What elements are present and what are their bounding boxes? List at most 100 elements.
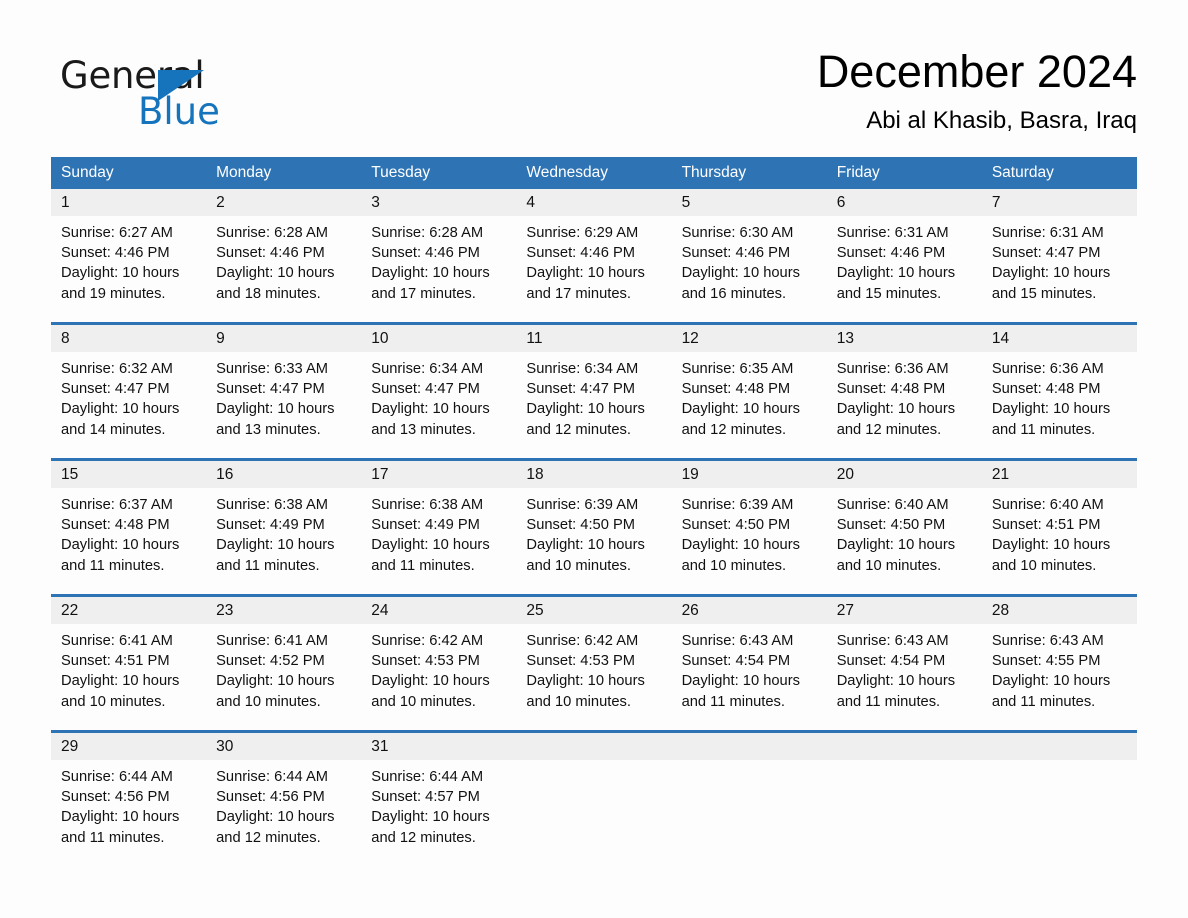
daylight-text-line1: Daylight: 10 hours bbox=[991, 265, 1111, 282]
day-cell[interactable]: 19 Sunrise: 6:39 AM Sunset: 4:50 PM Dayl… bbox=[671, 461, 827, 585]
sunrise-text: Sunrise: 6:33 AM bbox=[216, 361, 328, 377]
day-number: 7 bbox=[981, 189, 1137, 216]
day-cell-empty bbox=[671, 733, 827, 857]
daylight-text-line2: and 10 minutes. bbox=[836, 557, 942, 574]
day-cell[interactable]: 26 Sunrise: 6:43 AM Sunset: 4:54 PM Dayl… bbox=[671, 597, 827, 721]
sunrise-text: Sunrise: 6:28 AM bbox=[216, 225, 328, 241]
sunrise-text: Sunrise: 6:40 AM bbox=[836, 497, 949, 513]
day-cell[interactable]: 21 Sunrise: 6:40 AM Sunset: 4:51 PM Dayl… bbox=[981, 461, 1137, 585]
daylight-text-line1: Daylight: 10 hours bbox=[371, 537, 490, 554]
daylight-text-line2: and 12 minutes. bbox=[836, 421, 942, 438]
daylight-text-line1: Daylight: 10 hours bbox=[371, 265, 490, 282]
sunrise-text: Sunrise: 6:36 AM bbox=[836, 361, 949, 377]
week-row: 29 Sunrise: 6:44 AM Sunset: 4:56 PM Dayl… bbox=[51, 730, 1137, 857]
day-details: Sunrise: 6:38 AM Sunset: 4:49 PM Dayligh… bbox=[206, 488, 361, 576]
daylight-text-line2: and 12 minutes. bbox=[216, 829, 321, 846]
day-cell[interactable]: 8 Sunrise: 6:32 AM Sunset: 4:47 PM Dayli… bbox=[51, 325, 207, 449]
weekday-header-tuesday: Tuesday bbox=[371, 164, 431, 181]
weekday-header-saturday: Saturday bbox=[991, 164, 1054, 181]
day-details: Sunrise: 6:38 AM Sunset: 4:49 PM Dayligh… bbox=[361, 488, 516, 576]
day-cell[interactable]: 7 Sunrise: 6:31 AM Sunset: 4:47 PM Dayli… bbox=[981, 189, 1137, 313]
day-cell[interactable]: 3 Sunrise: 6:28 AM Sunset: 4:46 PM Dayli… bbox=[361, 189, 517, 313]
day-cell[interactable]: 18 Sunrise: 6:39 AM Sunset: 4:50 PM Dayl… bbox=[516, 461, 672, 585]
day-number: 5 bbox=[671, 189, 827, 216]
day-cell[interactable]: 4 Sunrise: 6:29 AM Sunset: 4:46 PM Dayli… bbox=[516, 189, 672, 313]
day-number: 8 bbox=[51, 325, 207, 352]
day-cell[interactable]: 17 Sunrise: 6:38 AM Sunset: 4:49 PM Dayl… bbox=[361, 461, 517, 585]
day-number: 25 bbox=[516, 597, 672, 624]
day-cell[interactable]: 29 Sunrise: 6:44 AM Sunset: 4:56 PM Dayl… bbox=[51, 733, 207, 857]
day-details: Sunrise: 6:43 AM Sunset: 4:54 PM Dayligh… bbox=[827, 624, 982, 712]
sunset-text: Sunset: 4:47 PM bbox=[371, 381, 480, 398]
sunset-text: Sunset: 4:49 PM bbox=[216, 517, 325, 534]
day-number: 21 bbox=[981, 461, 1137, 488]
day-cell[interactable]: 1 Sunrise: 6:27 AM Sunset: 4:46 PM Dayli… bbox=[51, 189, 207, 313]
day-number: 6 bbox=[826, 189, 982, 216]
week-row: 8 Sunrise: 6:32 AM Sunset: 4:47 PM Dayli… bbox=[51, 322, 1137, 449]
day-number: 24 bbox=[361, 597, 517, 624]
day-details: Sunrise: 6:35 AM Sunset: 4:48 PM Dayligh… bbox=[672, 352, 827, 440]
daylight-text-line2: and 15 minutes. bbox=[991, 285, 1097, 302]
daylight-text-line2: and 10 minutes. bbox=[61, 693, 166, 710]
daylight-text-line1: Daylight: 10 hours bbox=[836, 537, 956, 554]
sunset-text: Sunset: 4:48 PM bbox=[991, 381, 1101, 398]
daylight-text-line1: Daylight: 10 hours bbox=[836, 401, 956, 418]
daylight-text-line1: Daylight: 10 hours bbox=[216, 673, 335, 690]
day-cell[interactable]: 20 Sunrise: 6:40 AM Sunset: 4:50 PM Dayl… bbox=[826, 461, 982, 585]
day-details: Sunrise: 6:39 AM Sunset: 4:50 PM Dayligh… bbox=[672, 488, 827, 576]
day-cell-empty bbox=[826, 733, 982, 857]
day-cell[interactable]: 14 Sunrise: 6:36 AM Sunset: 4:48 PM Dayl… bbox=[981, 325, 1137, 449]
daylight-text-line2: and 10 minutes. bbox=[216, 693, 321, 710]
daylight-text-line2: and 11 minutes. bbox=[216, 557, 320, 574]
daylight-text-line1: Daylight: 10 hours bbox=[371, 673, 490, 690]
daylight-text-line2: and 11 minutes. bbox=[371, 557, 475, 574]
sunset-text: Sunset: 4:51 PM bbox=[61, 653, 170, 670]
sunset-text: Sunset: 4:51 PM bbox=[991, 517, 1101, 534]
day-details: Sunrise: 6:39 AM Sunset: 4:50 PM Dayligh… bbox=[516, 488, 671, 576]
day-cell[interactable]: 12 Sunrise: 6:35 AM Sunset: 4:48 PM Dayl… bbox=[671, 325, 827, 449]
day-cell[interactable]: 28 Sunrise: 6:43 AM Sunset: 4:55 PM Dayl… bbox=[981, 597, 1137, 721]
sunrise-text: Sunrise: 6:32 AM bbox=[61, 361, 173, 377]
day-cell[interactable]: 15 Sunrise: 6:37 AM Sunset: 4:48 PM Dayl… bbox=[51, 461, 207, 585]
day-cell[interactable]: 6 Sunrise: 6:31 AM Sunset: 4:46 PM Dayli… bbox=[826, 189, 982, 313]
day-details: Sunrise: 6:42 AM Sunset: 4:53 PM Dayligh… bbox=[361, 624, 516, 712]
daylight-text-line2: and 11 minutes. bbox=[61, 557, 165, 574]
day-cell[interactable]: 31 Sunrise: 6:44 AM Sunset: 4:57 PM Dayl… bbox=[361, 733, 517, 857]
sunset-text: Sunset: 4:46 PM bbox=[216, 245, 325, 262]
day-cell[interactable]: 23 Sunrise: 6:41 AM Sunset: 4:52 PM Dayl… bbox=[206, 597, 362, 721]
day-cell[interactable]: 25 Sunrise: 6:42 AM Sunset: 4:53 PM Dayl… bbox=[516, 597, 672, 721]
day-cell[interactable]: 5 Sunrise: 6:30 AM Sunset: 4:46 PM Dayli… bbox=[671, 189, 827, 313]
day-details: Sunrise: 6:44 AM Sunset: 4:56 PM Dayligh… bbox=[51, 760, 206, 848]
day-cell[interactable]: 9 Sunrise: 6:33 AM Sunset: 4:47 PM Dayli… bbox=[206, 325, 362, 449]
day-details: Sunrise: 6:28 AM Sunset: 4:46 PM Dayligh… bbox=[361, 216, 516, 304]
sunrise-text: Sunrise: 6:44 AM bbox=[371, 769, 484, 785]
daylight-text-line1: Daylight: 10 hours bbox=[991, 537, 1111, 554]
day-number: 9 bbox=[206, 325, 362, 352]
sunrise-text: Sunrise: 6:42 AM bbox=[526, 633, 639, 649]
day-cell[interactable]: 24 Sunrise: 6:42 AM Sunset: 4:53 PM Dayl… bbox=[361, 597, 517, 721]
sunrise-text: Sunrise: 6:34 AM bbox=[371, 361, 484, 377]
sunset-text: Sunset: 4:46 PM bbox=[836, 245, 946, 262]
day-cell[interactable]: 22 Sunrise: 6:41 AM Sunset: 4:51 PM Dayl… bbox=[51, 597, 207, 721]
daylight-text-line1: Daylight: 10 hours bbox=[526, 537, 645, 554]
day-cell[interactable]: 27 Sunrise: 6:43 AM Sunset: 4:54 PM Dayl… bbox=[826, 597, 982, 721]
daylight-text-line2: and 14 minutes. bbox=[61, 421, 166, 438]
day-cell[interactable]: 13 Sunrise: 6:36 AM Sunset: 4:48 PM Dayl… bbox=[826, 325, 982, 449]
day-details: Sunrise: 6:37 AM Sunset: 4:48 PM Dayligh… bbox=[51, 488, 206, 576]
day-number: 29 bbox=[51, 733, 207, 760]
day-cell[interactable]: 11 Sunrise: 6:34 AM Sunset: 4:47 PM Dayl… bbox=[516, 325, 672, 449]
general-blue-logo[interactable]: General Blue bbox=[60, 54, 300, 134]
sunrise-text: Sunrise: 6:31 AM bbox=[991, 225, 1104, 241]
day-details: Sunrise: 6:43 AM Sunset: 4:54 PM Dayligh… bbox=[672, 624, 827, 712]
daylight-text-line2: and 11 minutes. bbox=[991, 693, 1096, 710]
sunrise-text: Sunrise: 6:41 AM bbox=[216, 633, 328, 649]
day-cell[interactable]: 2 Sunrise: 6:28 AM Sunset: 4:46 PM Dayli… bbox=[206, 189, 362, 313]
daylight-text-line1: Daylight: 10 hours bbox=[216, 265, 335, 282]
day-number: 19 bbox=[671, 461, 827, 488]
day-cell[interactable]: 30 Sunrise: 6:44 AM Sunset: 4:56 PM Dayl… bbox=[206, 733, 362, 857]
day-cell[interactable]: 10 Sunrise: 6:34 AM Sunset: 4:47 PM Dayl… bbox=[361, 325, 517, 449]
daylight-text-line2: and 15 minutes. bbox=[836, 285, 942, 302]
daylight-text-line2: and 16 minutes. bbox=[681, 285, 787, 302]
day-details: Sunrise: 6:44 AM Sunset: 4:57 PM Dayligh… bbox=[361, 760, 516, 848]
day-cell[interactable]: 16 Sunrise: 6:38 AM Sunset: 4:49 PM Dayl… bbox=[206, 461, 362, 585]
